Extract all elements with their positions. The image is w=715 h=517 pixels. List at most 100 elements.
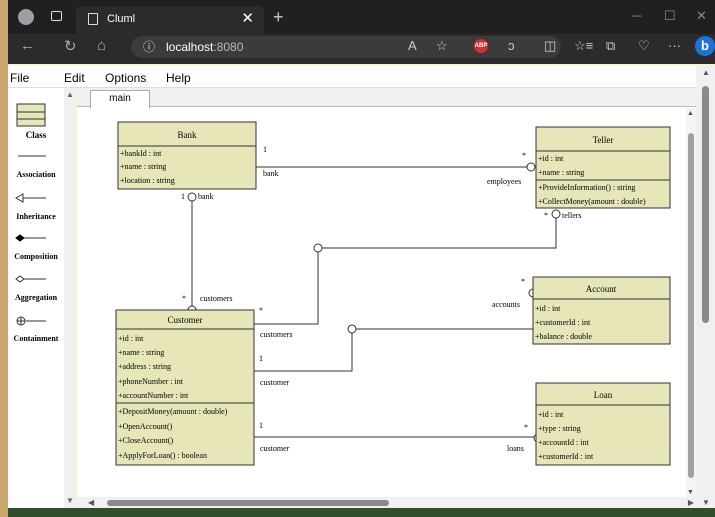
multiplicity-label: 1 xyxy=(263,145,267,154)
scroll-down-icon[interactable]: ▼ xyxy=(687,489,694,496)
back-button[interactable]: ← xyxy=(20,37,35,54)
home-button[interactable]: ⌂ xyxy=(97,37,106,54)
class-attr: +address : string xyxy=(118,362,171,371)
minimize-button[interactable]: ─ xyxy=(632,8,641,23)
split-screen-icon[interactable]: ◫ xyxy=(544,38,556,54)
association-bank-customer[interactable] xyxy=(187,192,197,315)
multiplicity-label: 1 xyxy=(259,354,263,363)
multiplicity-label: * xyxy=(544,211,548,220)
class-loan[interactable]: Loan +id : int +type : string +accountId… xyxy=(535,382,671,466)
class-method: +OpenAccount() xyxy=(118,422,173,431)
association-customer-teller[interactable] xyxy=(243,209,561,329)
class-method: +ProvideInformation() : string xyxy=(538,183,635,192)
association-customer-loan[interactable] xyxy=(243,432,543,443)
class-teller[interactable]: Teller +id : int +name : string +Provide… xyxy=(535,126,671,209)
class-name-account: Account xyxy=(586,284,617,294)
url-host: localhost xyxy=(166,40,214,54)
page-icon xyxy=(88,13,98,25)
multiplicity-label: * xyxy=(524,423,528,432)
collections-icon[interactable]: ⧉ xyxy=(606,38,615,54)
role-label: tellers xyxy=(562,211,582,220)
menu-options[interactable]: Options xyxy=(105,71,146,85)
scroll-down-icon[interactable]: ▼ xyxy=(66,496,74,505)
scroll-up-icon[interactable]: ▲ xyxy=(687,110,694,117)
class-attr: +id : int xyxy=(118,334,144,343)
multiplicity-label: * xyxy=(182,294,186,303)
class-attr: +accountId : int xyxy=(538,438,589,447)
palette-label-containment: Containment xyxy=(13,334,59,343)
class-attr: +name : string xyxy=(120,162,166,171)
class-attr: +customerId : int xyxy=(535,318,591,327)
adblock-icon[interactable]: ABP xyxy=(474,39,488,53)
class-attr: +name : string xyxy=(538,168,584,177)
multiplicity-label: * xyxy=(259,306,263,315)
scroll-left-icon[interactable]: ◀ xyxy=(88,498,94,507)
canvas-horizontal-scrollbar[interactable]: ◀ ▶ xyxy=(77,497,697,508)
class-attr: +id : int xyxy=(538,154,564,163)
reload-button[interactable]: ↻ xyxy=(64,37,77,55)
profile-icon[interactable] xyxy=(18,9,34,25)
more-icon[interactable]: ··· xyxy=(668,38,681,53)
containment-icon[interactable] xyxy=(16,316,46,326)
class-customer[interactable]: Customer +id : int +name : string +addre… xyxy=(115,309,255,466)
tab-actions-icon[interactable] xyxy=(51,11,62,21)
class-bank[interactable]: Bank +bankId : int +name : string +locat… xyxy=(117,121,257,190)
class-method: +ApplyForLoan() : boolean xyxy=(118,451,207,460)
menu-file[interactable]: File xyxy=(10,71,29,85)
class-attr: +customerId : int xyxy=(538,452,594,461)
page-vertical-scrollbar[interactable]: ▲ ▼ xyxy=(696,66,715,508)
palette-label-association: Association xyxy=(16,170,56,179)
palette-label-inheritance: Inheritance xyxy=(16,212,56,221)
scroll-up-icon[interactable]: ▲ xyxy=(702,68,710,77)
class-attr: +type : string xyxy=(538,424,581,433)
close-tab-icon[interactable]: ✕ xyxy=(241,9,254,27)
copilot-icon[interactable]: b xyxy=(695,36,715,56)
menu-bar: File Edit Options Help xyxy=(8,66,715,88)
aggregation-icon[interactable] xyxy=(15,275,46,283)
canvas-vertical-scrollbar[interactable]: ▲ ▼ xyxy=(686,108,696,497)
role-label: bank xyxy=(198,192,214,201)
class-name-teller: Teller xyxy=(593,135,614,145)
site-info-icon[interactable]: ⓘ xyxy=(143,38,155,55)
browser-window: Cluml ✕ + ─ ☐ ✕ ← ↻ ⌂ ⓘ localhost:8080 A… xyxy=(8,0,715,517)
menu-help[interactable]: Help xyxy=(166,71,191,85)
role-label: customers xyxy=(260,330,292,339)
class-name-bank: Bank xyxy=(178,130,197,140)
title-bar: Cluml ✕ + ─ ☐ ✕ xyxy=(8,0,715,34)
class-account[interactable]: Account +id : int +customerId : int +bal… xyxy=(532,276,671,345)
menu-edit[interactable]: Edit xyxy=(64,71,85,85)
scroll-up-icon[interactable]: ▲ xyxy=(66,90,74,99)
maximize-button[interactable]: ☐ xyxy=(664,8,676,24)
scroll-thumb[interactable] xyxy=(688,133,694,478)
scroll-down-icon[interactable]: ▼ xyxy=(702,498,710,507)
favorites-icon[interactable]: ☆≡ xyxy=(574,38,593,54)
uml-diagram[interactable]: Bank +bankId : int +name : string +locat… xyxy=(77,108,706,497)
role-label: accounts xyxy=(492,300,520,309)
extensions-icon[interactable]: ↄ xyxy=(508,38,515,53)
close-window-button[interactable]: ✕ xyxy=(696,8,707,24)
browser-tab[interactable]: Cluml ✕ xyxy=(76,6,264,34)
performance-icon[interactable]: ♡ xyxy=(638,38,650,54)
multiplicity-label: 1 xyxy=(259,421,263,430)
palette-label-class: Class xyxy=(25,130,47,140)
multiplicity-label: * xyxy=(521,277,525,286)
tab-main[interactable]: main xyxy=(90,90,150,108)
role-label: employees xyxy=(487,177,521,186)
read-aloud-icon[interactable]: A xyxy=(408,38,417,53)
scroll-thumb[interactable] xyxy=(107,500,389,506)
palette-scrollbar[interactable]: ▲ ▼ xyxy=(64,88,75,508)
new-tab-button[interactable]: + xyxy=(273,7,284,28)
diagram-canvas[interactable]: main Bank +bankId: int +name: string +… xyxy=(77,88,706,497)
scroll-thumb[interactable] xyxy=(702,86,709,323)
role-label: customer xyxy=(260,378,290,387)
class-icon[interactable] xyxy=(16,103,46,127)
palette-label-aggregation: Aggregation xyxy=(14,293,58,302)
class-method: +DepositMoney(amount : double) xyxy=(118,407,228,416)
favorite-icon[interactable]: ☆ xyxy=(436,38,448,54)
association-bank-teller[interactable] xyxy=(243,157,536,172)
inheritance-icon[interactable] xyxy=(14,193,46,203)
scroll-right-icon[interactable]: ▶ xyxy=(688,498,694,507)
composition-icon[interactable] xyxy=(15,234,46,242)
class-attr: +accountNumber : int xyxy=(118,391,189,400)
tab-title: Cluml xyxy=(107,13,136,25)
